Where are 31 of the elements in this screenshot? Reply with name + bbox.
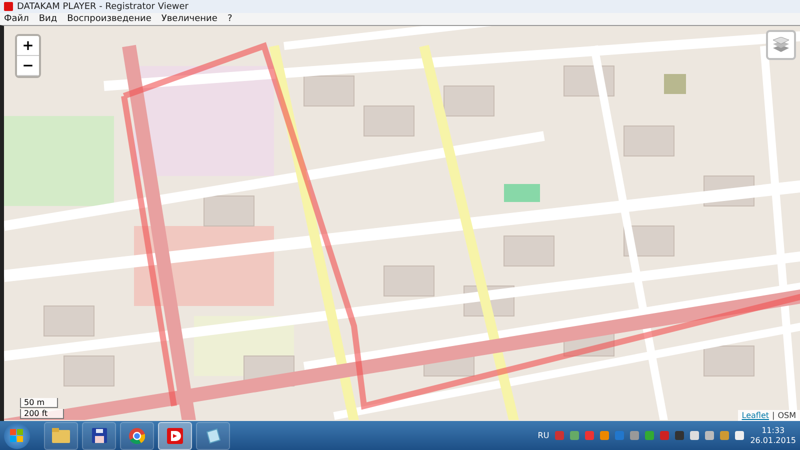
taskbar-app-button[interactable] [158, 422, 192, 450]
window-title: DATAKAM PLAYER - Registrator Viewer [17, 2, 188, 12]
menu-item[interactable]: Увеличение [161, 14, 218, 24]
leaflet-link[interactable]: Leaflet [742, 411, 770, 420]
taskbar-app-button[interactable] [82, 422, 116, 450]
taskbar-app-button[interactable] [120, 422, 154, 450]
scale-label: 50 m [20, 398, 58, 408]
notepad-icon [205, 428, 221, 444]
clock-time: 11:33 [762, 426, 785, 436]
menu-item[interactable]: Вид [38, 14, 58, 24]
taskbar-app-button[interactable] [44, 422, 78, 450]
player-icon [167, 428, 183, 444]
clock-date: 26.01.2015 [750, 436, 796, 446]
menu-item[interactable]: Файл [4, 14, 29, 24]
separator-text: | [772, 411, 775, 420]
app-logo-icon [4, 2, 13, 11]
folder-icon [52, 428, 70, 443]
language-indicator[interactable]: RU [538, 431, 550, 440]
layers-button[interactable] [766, 30, 796, 60]
layers-icon [772, 37, 790, 53]
menu-item[interactable]: ? [227, 14, 232, 24]
taskbar-app-button[interactable] [196, 422, 230, 450]
zoom-out-button[interactable]: − [17, 56, 39, 76]
menu-item[interactable]: Воспроизведение [67, 14, 152, 24]
attribution-text: OSM [778, 411, 796, 420]
zoom-in-button[interactable]: + [17, 36, 39, 56]
clock[interactable]: 11:33 26.01.2015 [750, 426, 796, 446]
browser-icon [129, 428, 145, 444]
start-button[interactable] [4, 422, 30, 448]
scale-label: 200 ft [20, 409, 64, 419]
windows-logo-icon [10, 428, 24, 442]
